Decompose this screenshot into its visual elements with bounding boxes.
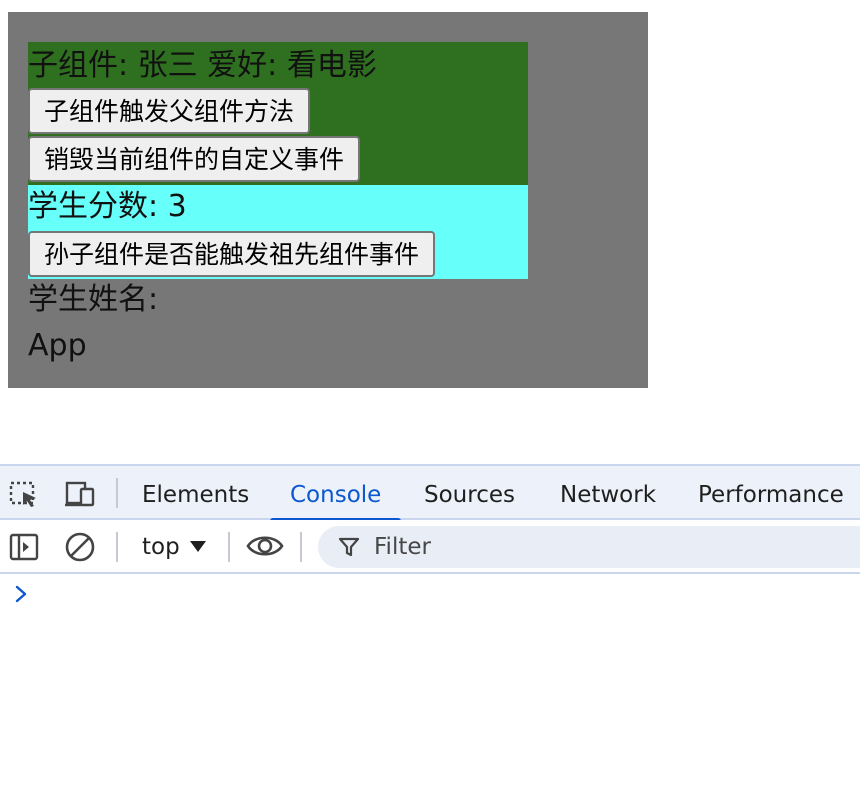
console-sidebar-icon[interactable] xyxy=(8,532,40,562)
tab-performance[interactable]: Performance xyxy=(698,466,844,520)
devtools-panel: Elements Console Sources Network Perform… xyxy=(0,464,860,792)
console-prompt-icon[interactable] xyxy=(14,584,28,604)
console-toolbar: top Filter xyxy=(0,520,860,574)
student-name-text: 学生姓名: xyxy=(28,282,159,317)
inspect-element-icon[interactable] xyxy=(8,480,40,508)
tab-console[interactable]: Console xyxy=(269,466,402,522)
toolbar-divider xyxy=(228,532,230,562)
chevron-down-icon[interactable] xyxy=(190,541,206,552)
app-label-text: App xyxy=(28,328,87,363)
tab-elements[interactable]: Elements xyxy=(142,466,249,520)
grandchild-component: 学生分数: 3 孙子组件是否能触发祖先组件事件 xyxy=(28,185,528,279)
live-expression-icon[interactable] xyxy=(246,532,284,560)
tab-network[interactable]: Network xyxy=(560,466,656,520)
toolbar-divider xyxy=(300,532,302,562)
clear-console-icon[interactable] xyxy=(64,531,96,563)
child-info-text: 子组件: 张三 爱好: 看电影 xyxy=(28,48,377,83)
app-root: 子组件: 张三 爱好: 看电影 子组件触发父组件方法 销毁当前组件的自定义事件 … xyxy=(8,12,648,388)
destroy-custom-events-button[interactable]: 销毁当前组件的自定义事件 xyxy=(28,136,361,182)
filter-input[interactable]: Filter xyxy=(318,526,860,568)
device-toolbar-icon[interactable] xyxy=(64,480,96,508)
filter-placeholder: Filter xyxy=(374,534,431,560)
filter-icon xyxy=(338,537,360,557)
devtools-tab-bar: Elements Console Sources Network Perform… xyxy=(0,464,860,522)
tab-bar-divider xyxy=(116,478,118,508)
trigger-ancestor-event-button[interactable]: 孙子组件是否能触发祖先组件事件 xyxy=(28,231,436,277)
toolbar-divider xyxy=(116,532,118,562)
trigger-parent-method-button[interactable]: 子组件触发父组件方法 xyxy=(28,88,311,134)
context-selector[interactable]: top xyxy=(142,530,180,564)
student-score-text: 学生分数: 3 xyxy=(28,189,187,224)
tab-sources[interactable]: Sources xyxy=(424,466,515,520)
child-component: 子组件: 张三 爱好: 看电影 子组件触发父组件方法 销毁当前组件的自定义事件 xyxy=(28,42,528,185)
